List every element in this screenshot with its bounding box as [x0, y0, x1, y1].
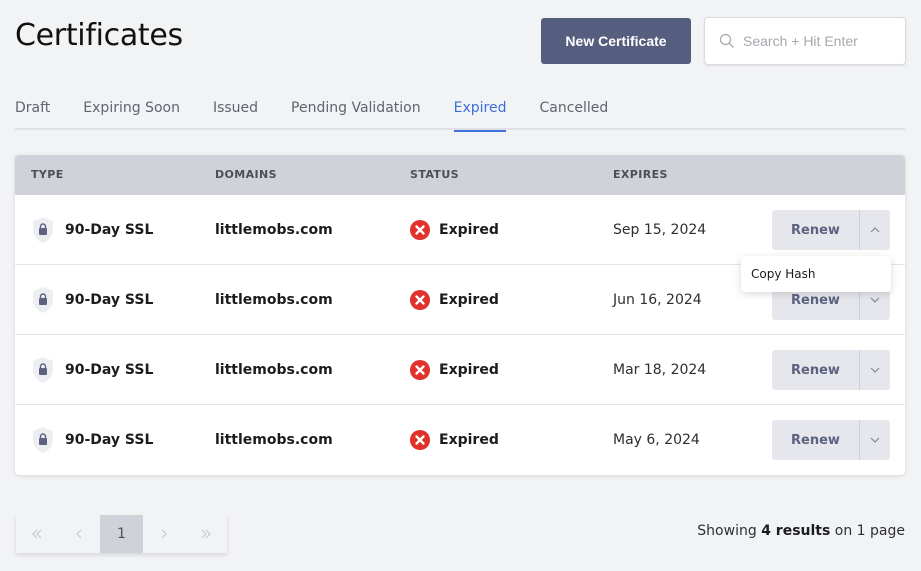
column-header-domains: DOMAINS [215, 168, 277, 181]
cell-domain: littlemobs.com [215, 432, 333, 448]
type-label: 90-Day SSL [65, 432, 154, 448]
cell-expires: Mar 18, 2024 [613, 362, 707, 378]
chevron-up-icon [870, 227, 880, 233]
chevron-down-icon [870, 437, 880, 443]
x-circle-icon [410, 220, 430, 240]
row-actions-toggle[interactable] [860, 210, 890, 250]
table-row: 90-Day SSL littlemobs.com Expired Mar 18… [15, 335, 905, 405]
cell-type: 90-Day SSL [31, 265, 153, 335]
tab-expiring-soon[interactable]: Expiring Soon [83, 94, 180, 130]
type-label: 90-Day SSL [65, 222, 154, 238]
cell-type: 90-Day SSL [31, 335, 153, 405]
cell-expires: Sep 15, 2024 [613, 222, 707, 238]
table-row: 90-Day SSL littlemobs.com Expired Sep 15… [15, 195, 905, 265]
shield-lock-icon [33, 357, 53, 383]
renew-button[interactable]: Renew [772, 210, 860, 250]
row-actions-toggle[interactable] [860, 420, 890, 460]
x-circle-icon [410, 430, 430, 450]
summary-prefix: Showing [697, 523, 757, 539]
status-badge: Expired [439, 222, 499, 238]
search-input[interactable] [743, 33, 893, 49]
cell-domain: littlemobs.com [215, 222, 333, 238]
row-actions: Renew [772, 350, 890, 390]
renew-button[interactable]: Renew [772, 420, 860, 460]
certificates-table: TYPE DOMAINS STATUS EXPIRES 90-Day SSL l… [15, 155, 905, 475]
table-header: TYPE DOMAINS STATUS EXPIRES [15, 155, 905, 195]
search-box[interactable] [704, 17, 906, 65]
status-badge: Expired [439, 432, 499, 448]
cell-expires: May 6, 2024 [613, 432, 700, 448]
renew-button[interactable]: Renew [772, 350, 860, 390]
tab-bar: Draft Expiring Soon Issued Pending Valid… [15, 94, 905, 132]
shield-lock-icon [33, 427, 53, 453]
chevron-right-icon [161, 529, 167, 539]
results-summary: Showing 4 results on 1 page [697, 523, 905, 539]
column-header-expires: EXPIRES [613, 168, 668, 181]
search-icon [719, 33, 734, 48]
next-page-button[interactable] [143, 515, 185, 553]
prev-page-button[interactable] [58, 515, 100, 553]
status-badge: Expired [439, 362, 499, 378]
cell-status: Expired [410, 195, 499, 265]
chevrons-right-icon [201, 529, 211, 539]
tab-cancelled[interactable]: Cancelled [539, 94, 608, 130]
shield-lock-icon [33, 287, 53, 313]
shield-lock-icon [33, 217, 53, 243]
pagination: 1 [16, 515, 227, 553]
type-label: 90-Day SSL [65, 362, 154, 378]
status-badge: Expired [439, 292, 499, 308]
first-page-button[interactable] [16, 515, 58, 553]
table-body: 90-Day SSL littlemobs.com Expired Sep 15… [15, 195, 905, 475]
cell-domain: littlemobs.com [215, 362, 333, 378]
x-circle-icon [410, 360, 430, 380]
cell-status: Expired [410, 265, 499, 335]
row-actions-toggle[interactable] [860, 350, 890, 390]
tab-pending-validation[interactable]: Pending Validation [291, 94, 421, 130]
row-actions-menu-item-copy-hash[interactable]: Copy Hash [741, 256, 891, 292]
tab-draft[interactable]: Draft [15, 94, 50, 130]
cell-type: 90-Day SSL [31, 405, 153, 475]
last-page-button[interactable] [185, 515, 227, 553]
page-title: Certificates [15, 18, 183, 53]
chevrons-left-icon [32, 529, 42, 539]
cell-status: Expired [410, 405, 499, 475]
row-actions: Renew [772, 210, 890, 250]
summary-suffix: on 1 page [834, 523, 905, 539]
row-actions: Renew [772, 420, 890, 460]
page-button-current[interactable]: 1 [100, 515, 143, 553]
column-header-status: STATUS [410, 168, 459, 181]
chevron-down-icon [870, 367, 880, 373]
tab-expired[interactable]: Expired [453, 94, 506, 132]
x-circle-icon [410, 290, 430, 310]
column-header-type: TYPE [31, 168, 64, 181]
tab-issued[interactable]: Issued [213, 94, 258, 130]
new-certificate-button[interactable]: New Certificate [541, 18, 691, 64]
chevron-left-icon [76, 529, 82, 539]
cell-type: 90-Day SSL [31, 195, 153, 265]
summary-count: 4 results [761, 523, 831, 539]
cell-domain: littlemobs.com [215, 292, 333, 308]
table-row: 90-Day SSL littlemobs.com Expired May 6,… [15, 405, 905, 475]
cell-expires: Jun 16, 2024 [613, 292, 702, 308]
cell-status: Expired [410, 335, 499, 405]
type-label: 90-Day SSL [65, 292, 154, 308]
chevron-down-icon [870, 297, 880, 303]
